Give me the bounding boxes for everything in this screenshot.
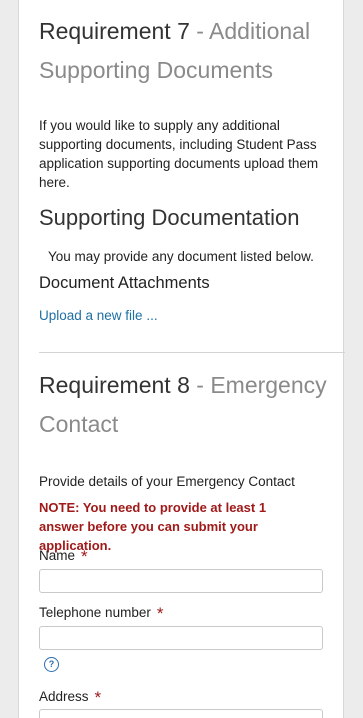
address-input[interactable] (39, 709, 323, 718)
req8-separator: - (189, 372, 211, 398)
name-label: Name (39, 548, 76, 563)
support-heading: Supporting Documentation (39, 205, 300, 230)
help-icon[interactable]: ? (44, 657, 59, 672)
phone-label: Telephone number (39, 605, 151, 620)
address-label-row: Address * (39, 686, 329, 707)
req8-intro-block: Provide details of your Emergency Contac… (39, 472, 329, 491)
req8-title-block: Requirement 8 - Emergency Contact (39, 366, 329, 444)
attachments-heading: Document Attachments (39, 274, 210, 292)
req7-title-block: Requirement 7 - Additional Supporting Do… (39, 12, 329, 90)
support-text: You may provide any document listed belo… (48, 249, 314, 264)
req7-intro: If you would like to supply any addition… (39, 118, 319, 190)
req7-intro-block: If you would like to supply any addition… (39, 116, 324, 192)
req8-number: Requirement 8 (39, 372, 190, 398)
upload-link-block: Upload a new file ... (39, 307, 329, 325)
phone-required-marker: * (156, 604, 164, 623)
form-panel: Requirement 7 - Additional Supporting Do… (18, 0, 345, 718)
phone-label-row: Telephone number * (39, 602, 329, 623)
name-input[interactable] (39, 569, 323, 593)
req8-intro: Provide details of your Emergency Contac… (39, 474, 295, 489)
section-divider (39, 352, 345, 353)
req7-separator: - (189, 18, 210, 44)
address-label: Address (39, 689, 89, 704)
attachments-heading-block: Document Attachments (39, 274, 329, 293)
name-label-row: Name * (39, 545, 329, 566)
req8-title: Requirement 8 - Emergency Contact (39, 366, 329, 444)
name-required-marker: * (81, 547, 88, 566)
support-heading-block: Supporting Documentation (39, 205, 329, 231)
upload-file-link[interactable]: Upload a new file ... (39, 308, 158, 323)
phone-input[interactable] (39, 626, 323, 650)
req7-title: Requirement 7 - Additional Supporting Do… (39, 12, 329, 90)
req7-number: Requirement 7 (39, 18, 190, 44)
support-text-block: You may provide any document listed belo… (48, 247, 338, 266)
address-required-marker: * (94, 688, 102, 707)
